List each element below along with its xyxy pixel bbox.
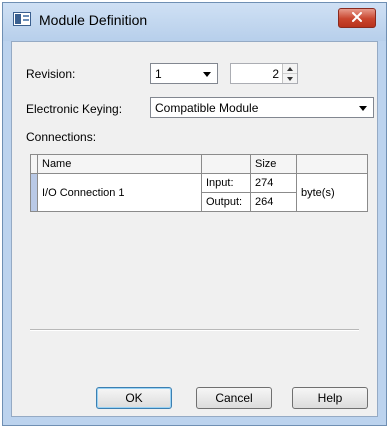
table-row[interactable]: I/O Connection 1 Input: 274 byte(s) — [30, 173, 368, 212]
input-size-cell[interactable]: 274 — [250, 173, 297, 193]
ok-button[interactable]: OK — [96, 387, 172, 409]
revision-label: Revision: — [26, 67, 76, 81]
output-label-cell: Output: — [201, 192, 251, 212]
revision-minor-stepper[interactable]: 2 — [230, 63, 298, 84]
arrow-up-icon — [287, 66, 293, 71]
stepper-down-button[interactable] — [283, 74, 297, 83]
column-header-name[interactable]: Name — [37, 154, 202, 174]
cancel-button[interactable]: Cancel — [196, 387, 272, 409]
column-header-size[interactable]: Size — [250, 154, 297, 174]
column-header-unit — [296, 154, 368, 174]
revision-minor-value: 2 — [272, 67, 279, 81]
row-selector[interactable] — [30, 173, 38, 212]
stepper-up-button[interactable] — [283, 64, 297, 74]
connection-name-cell[interactable]: I/O Connection 1 — [37, 173, 202, 212]
revision-major-select[interactable]: 1 — [150, 63, 218, 84]
size-unit-cell: byte(s) — [296, 173, 368, 212]
title-bar[interactable]: Module Definition — [3, 3, 386, 41]
table-header-row: Name Size — [30, 154, 368, 174]
chevron-down-icon — [359, 106, 367, 111]
row-selector-header — [30, 154, 38, 174]
connections-table: Name Size I/O Connection 1 Input: 274 by… — [30, 154, 368, 212]
dialog-title: Module Definition — [39, 12, 148, 28]
electronic-keying-value: Compatible Module — [155, 101, 259, 115]
output-size-cell[interactable]: 264 — [250, 192, 297, 212]
dialog-body: Revision: 1 2 Electronic Keying: Compati… — [11, 41, 378, 417]
chevron-down-icon — [203, 72, 211, 77]
separator-line — [30, 329, 359, 331]
close-icon — [352, 11, 362, 25]
input-label-cell: Input: — [201, 173, 251, 193]
dialog-icon — [13, 12, 31, 26]
arrow-down-icon — [287, 76, 293, 81]
electronic-keying-label: Electronic Keying: — [26, 102, 123, 116]
revision-major-value: 1 — [155, 67, 162, 81]
electronic-keying-select[interactable]: Compatible Module — [150, 97, 374, 118]
column-header-type[interactable] — [201, 154, 251, 174]
module-definition-dialog: Module Definition Revision: 1 2 Electron… — [2, 2, 387, 426]
stepper-buttons — [282, 64, 297, 83]
close-button[interactable] — [338, 8, 376, 28]
help-button[interactable]: Help — [292, 387, 368, 409]
connections-label: Connections: — [26, 130, 97, 144]
